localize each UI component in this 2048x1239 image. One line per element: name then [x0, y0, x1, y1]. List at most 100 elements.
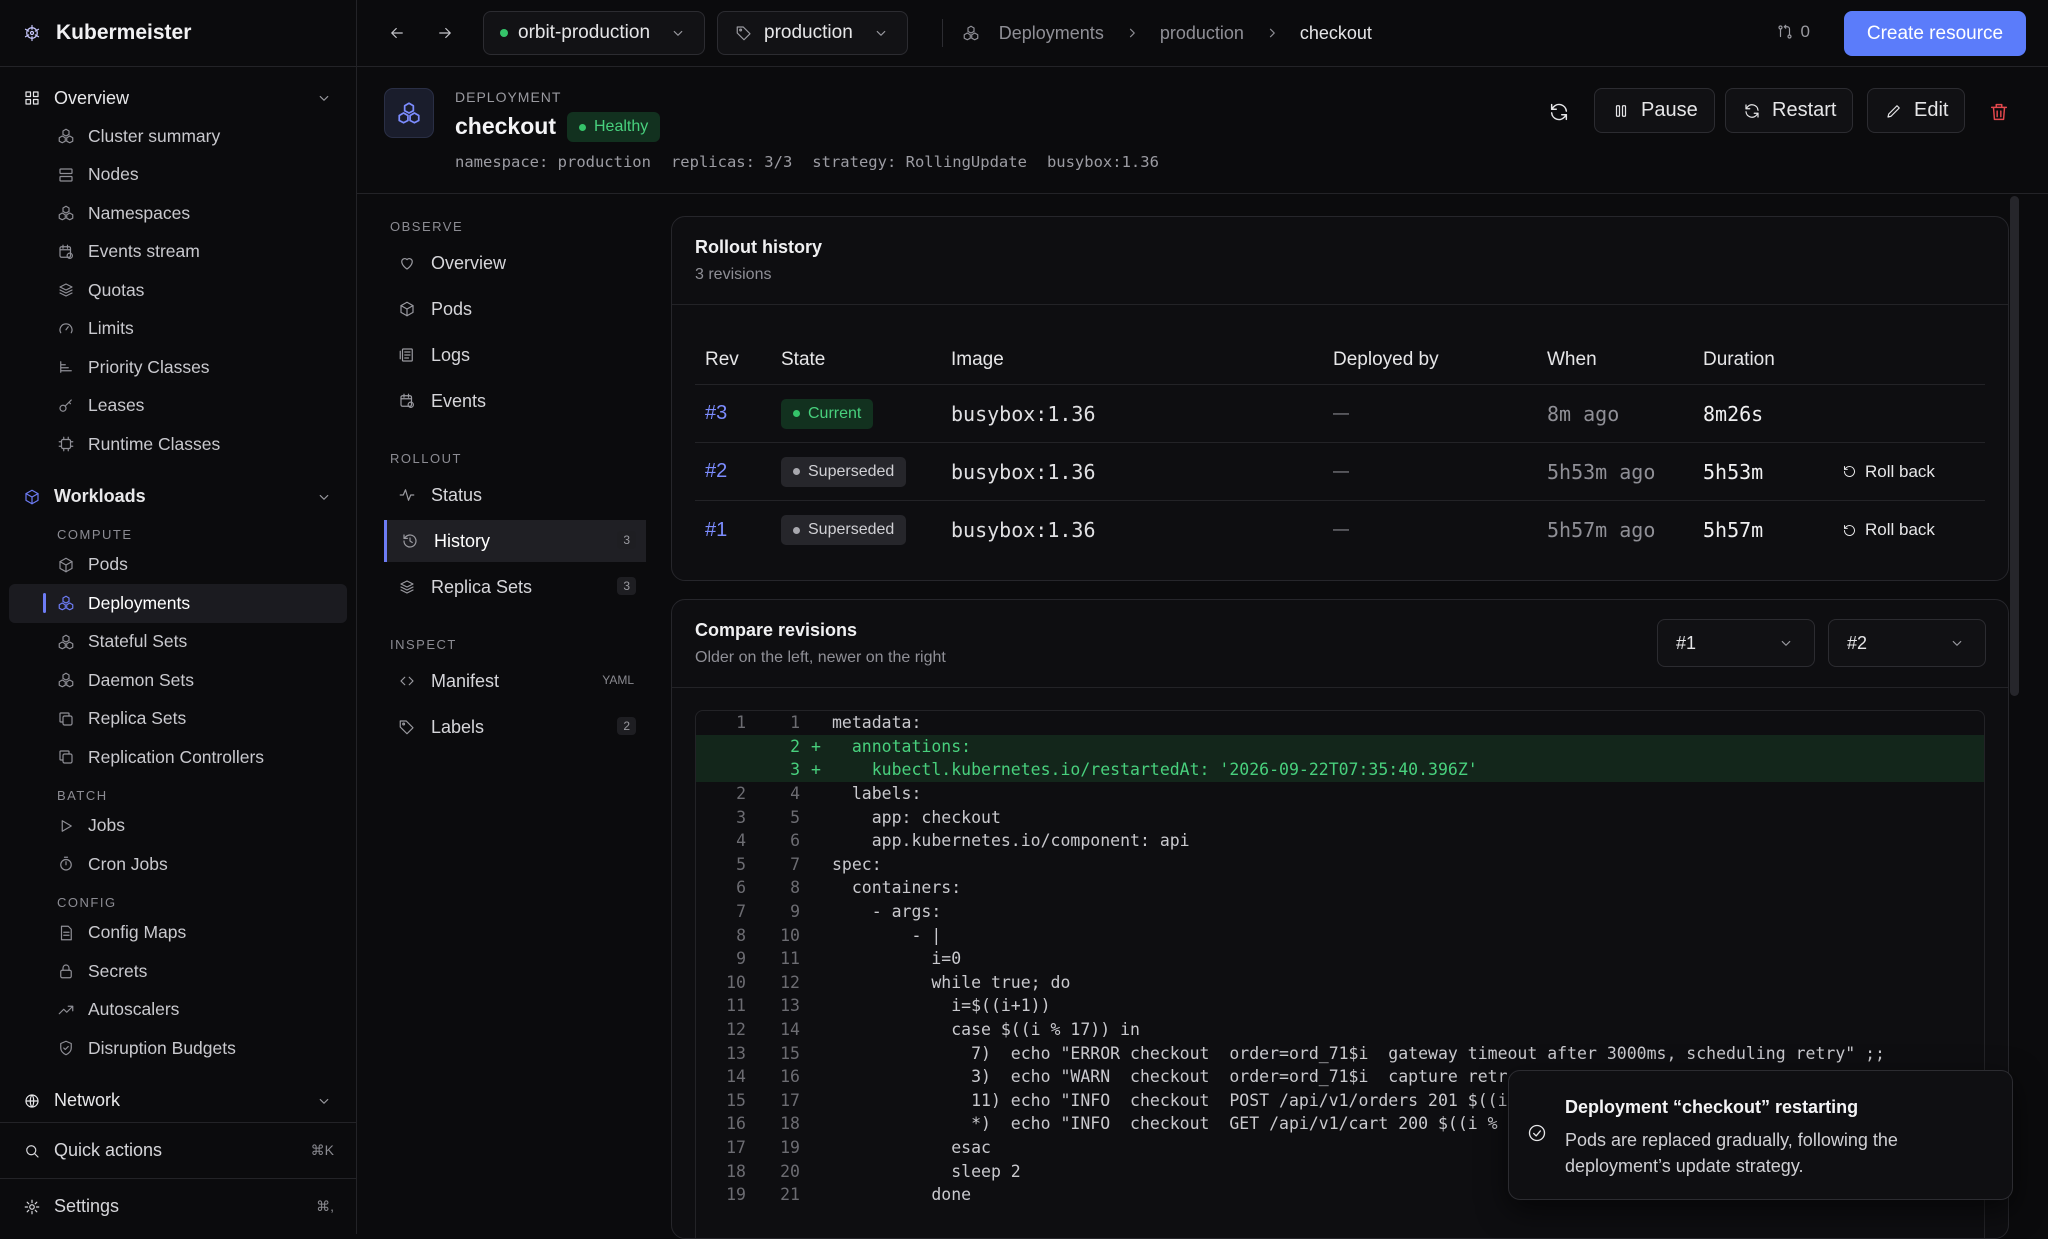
left-revision-select[interactable]: #1 — [1657, 619, 1815, 667]
restart-button[interactable]: Restart — [1725, 88, 1853, 133]
sidebar-item-stateful-sets[interactable]: Stateful Sets — [0, 623, 356, 662]
nav-group-workloads[interactable]: Workloads — [0, 478, 356, 516]
column-header: Image — [951, 349, 1333, 371]
card-subtitle: 3 revisions — [695, 266, 1985, 284]
sidebar-item-label: Priority Classes — [88, 357, 210, 378]
sidebar-item-limits[interactable]: Limits — [0, 310, 356, 349]
subnav-item-label: Logs — [431, 345, 470, 366]
quick-actions-button[interactable]: Quick actions ⌘K — [0, 1122, 356, 1178]
sidebar-item-config-maps[interactable]: Config Maps — [0, 914, 356, 953]
refresh-icon[interactable] — [1547, 100, 1571, 124]
chevron-down-icon — [1776, 633, 1796, 653]
subnav-item-pods[interactable]: Pods — [357, 288, 646, 330]
sidebar-footer: Quick actions ⌘K Settings ⌘, — [0, 1122, 356, 1234]
sidebar-item-jobs[interactable]: Jobs — [0, 807, 356, 846]
pending-changes-indicator[interactable]: 0 — [1775, 22, 1810, 42]
back-arrow-icon[interactable] — [387, 23, 407, 43]
key-icon — [56, 396, 76, 416]
roll-back-button[interactable]: Roll back — [1839, 462, 1985, 482]
count-badge: 3 — [617, 577, 636, 595]
subnav-item-status[interactable]: Status — [357, 474, 646, 516]
action-cell: Roll back — [1839, 462, 1985, 482]
right-revision-select[interactable]: #2 — [1828, 619, 1986, 667]
diff-line: 1012 while true; do — [696, 971, 1984, 995]
rev-cell: #3 — [695, 402, 781, 425]
roll-back-button[interactable]: Roll back — [1839, 520, 1985, 540]
copy-icon — [56, 747, 76, 767]
old-line-number: 3 — [696, 808, 746, 827]
subnav-item-replica-sets[interactable]: Replica Sets3 — [357, 566, 646, 608]
diff-line: 1315 7) echo "ERROR checkout order=ord_7… — [696, 1041, 1984, 1065]
cubes-icon — [56, 126, 76, 146]
diff-sign: + — [800, 760, 832, 779]
diff-text: - args: — [832, 902, 941, 921]
brand[interactable]: Kubermeister — [0, 0, 356, 67]
sidebar-item-replica-sets[interactable]: Replica Sets — [0, 700, 356, 739]
diff-line: 911 i=0 — [696, 947, 1984, 971]
state-badge: Superseded — [781, 515, 906, 545]
timer-icon — [56, 854, 76, 874]
sidebar-item-nodes[interactable]: Nodes — [0, 156, 356, 195]
old-line-number: 6 — [696, 878, 746, 897]
sidebar-item-label: Pods — [88, 554, 128, 575]
subnav-item-label: Events — [431, 391, 486, 412]
subnav-item-labels[interactable]: Labels2 — [357, 706, 646, 748]
sidebar-item-cron-jobs[interactable]: Cron Jobs — [0, 845, 356, 884]
subnav-section-title: ROLLOUT — [357, 440, 657, 470]
chevron-down-icon — [314, 487, 334, 507]
sidebar-item-label: Daemon Sets — [88, 670, 194, 691]
status-dot — [579, 124, 586, 131]
deployed-by-cell: — — [1333, 463, 1547, 481]
sidebar-item-pods[interactable]: Pods — [0, 546, 356, 585]
forward-arrow-icon[interactable] — [435, 23, 455, 43]
sidebar-item-autoscalers[interactable]: Autoscalers — [0, 991, 356, 1030]
diff-text: metadata: — [832, 713, 921, 732]
new-line-number: 20 — [746, 1162, 800, 1181]
column-header: Deployed by — [1333, 349, 1547, 371]
namespace-selector[interactable]: production — [717, 11, 908, 55]
subnav-item-events[interactable]: Events — [357, 380, 646, 422]
pause-button[interactable]: Pause — [1594, 88, 1715, 133]
sidebar-item-cluster-summary[interactable]: Cluster summary — [0, 117, 356, 156]
chevron-down-icon — [314, 88, 334, 108]
nav-group-overview[interactable]: Overview — [0, 79, 356, 117]
create-resource-button[interactable]: Create resource — [1844, 11, 2026, 56]
sidebar-item-runtime-classes[interactable]: Runtime Classes — [0, 425, 356, 464]
sidebar-item-label: Events stream — [88, 241, 200, 262]
sidebar-item-disruption-budgets[interactable]: Disruption Budgets — [0, 1029, 356, 1068]
subnav-section-title: INSPECT — [357, 626, 657, 656]
sidebar-item-daemon-sets[interactable]: Daemon Sets — [0, 661, 356, 700]
subnav-item-history[interactable]: History3 — [384, 520, 646, 562]
diff-line: 46 app.kubernetes.io/component: api — [696, 829, 1984, 853]
sidebar-item-leases[interactable]: Leases — [0, 387, 356, 426]
code-icon — [397, 671, 417, 691]
sidebar-item-label: Jobs — [88, 815, 125, 836]
edit-button[interactable]: Edit — [1867, 88, 1965, 133]
diff-text: - | — [832, 926, 941, 945]
cluster-selector[interactable]: orbit-production — [483, 11, 705, 55]
sidebar-item-secrets[interactable]: Secrets — [0, 952, 356, 991]
old-line-number: 10 — [696, 973, 746, 992]
sidebar-item-deployments[interactable]: Deployments — [9, 584, 347, 623]
sidebar-item-events-stream[interactable]: Events stream — [0, 233, 356, 272]
column-header: State — [781, 349, 951, 371]
settings-button[interactable]: Settings ⌘, — [0, 1178, 356, 1234]
sidebar-item-priority-classes[interactable]: Priority Classes — [0, 348, 356, 387]
new-line-number: 2 — [746, 737, 800, 756]
subnav-item-manifest[interactable]: ManifestYAML — [357, 660, 646, 702]
revision-link[interactable]: #1 — [705, 519, 727, 541]
revision-link[interactable]: #2 — [705, 460, 727, 482]
subnav-item-logs[interactable]: Logs — [357, 334, 646, 376]
subnav-item-overview[interactable]: Overview — [357, 242, 646, 284]
breadcrumb-namespace[interactable]: production — [1160, 23, 1244, 44]
sidebar-item-namespaces[interactable]: Namespaces — [0, 194, 356, 233]
sidebar-item-quotas[interactable]: Quotas — [0, 271, 356, 310]
diff-text: containers: — [832, 878, 961, 897]
nav-group-network[interactable]: Network — [0, 1082, 356, 1120]
scrollbar[interactable] — [2010, 196, 2019, 696]
revision-link[interactable]: #3 — [705, 402, 727, 424]
sidebar-item-replication-controllers[interactable]: Replication Controllers — [0, 738, 356, 777]
old-line-number: 17 — [696, 1138, 746, 1157]
trash-icon[interactable] — [1987, 100, 2011, 124]
breadcrumb-deployments[interactable]: Deployments — [999, 23, 1104, 44]
